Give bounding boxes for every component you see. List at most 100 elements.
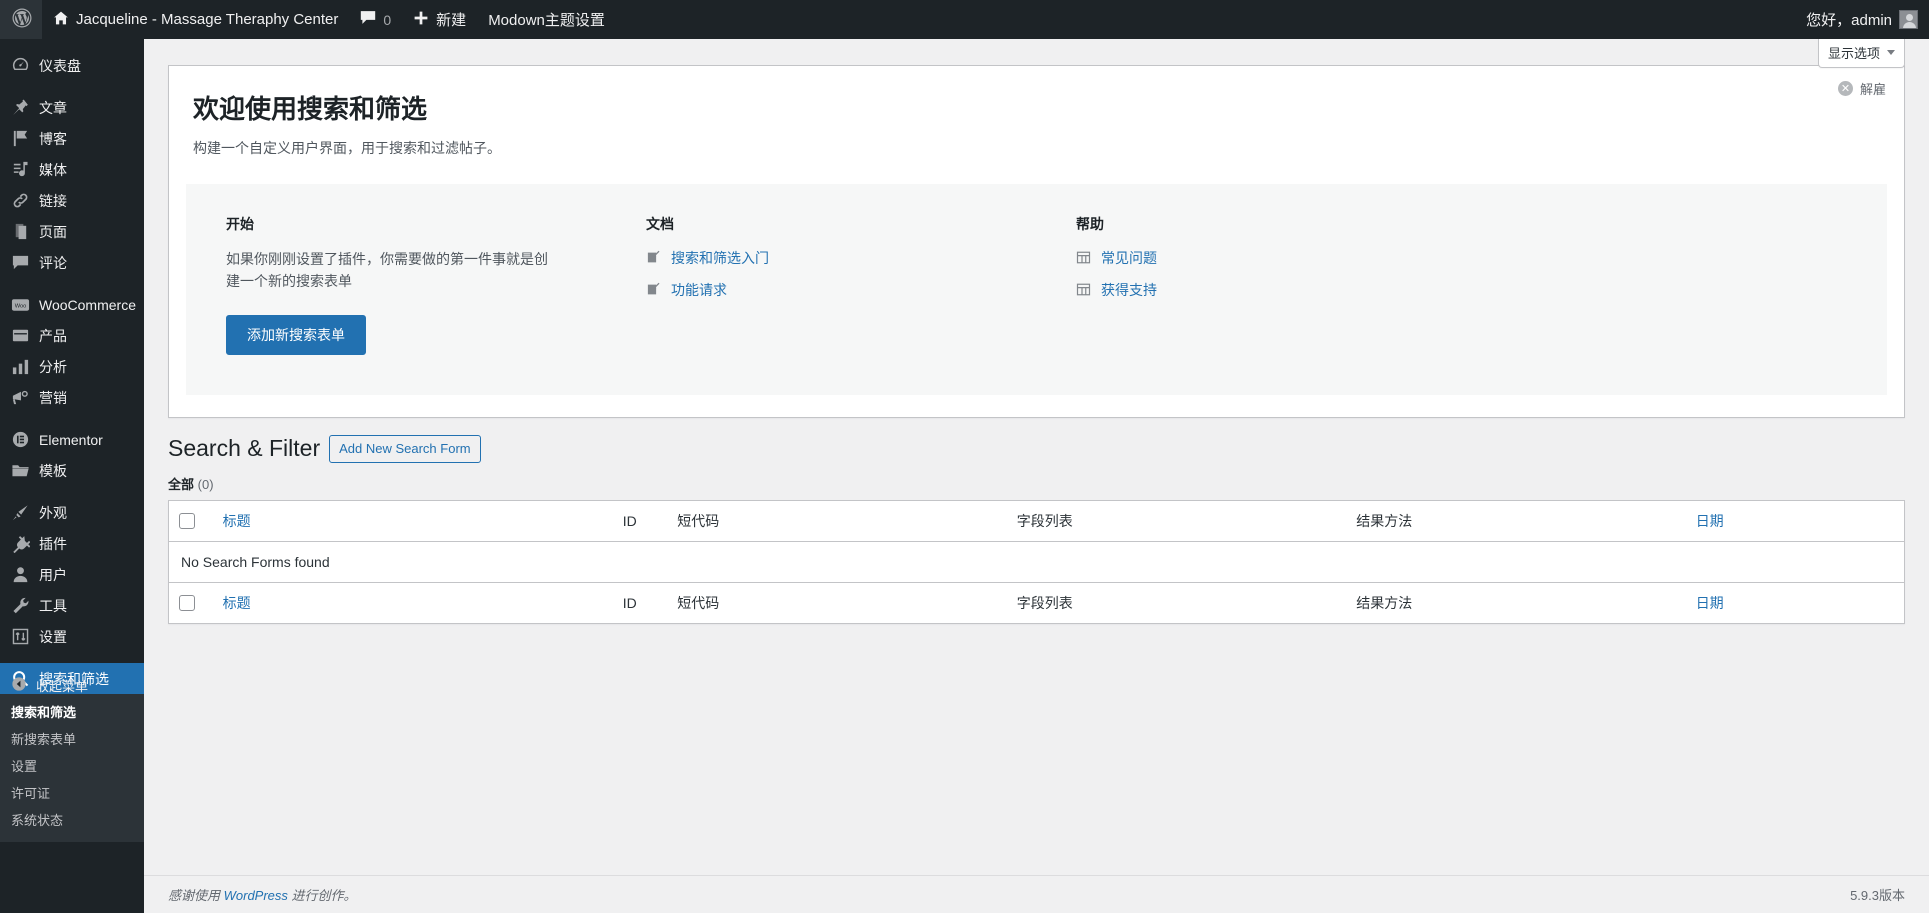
sidebar-item-label: 外观 [39,505,67,520]
search-filter-submenu: 搜索和筛选 新搜索表单 设置 许可证 系统状态 [0,694,144,842]
show-settings-toggle[interactable]: 显示选项 [1818,39,1905,68]
column-header-method: 结果方法 [1346,501,1685,542]
table-foot: 标题 ID 短代码 字段列表 结果方法 日期 [169,582,1904,623]
plus-icon [413,10,429,30]
sidebar-item-media[interactable]: 媒体 [0,154,144,185]
doc-link-feature-request[interactable]: 功能请求 [671,280,727,300]
sort-date-link[interactable]: 日期 [1696,513,1724,529]
filter-all-link[interactable]: 全部 [168,477,194,492]
close-circle-icon: ✕ [1838,81,1853,96]
sidebar-item-pages[interactable]: 页面 [0,216,144,247]
submenu-item-license[interactable]: 许可证 [0,781,144,808]
home-icon [53,10,69,30]
welcome-column-get-started: 开始 如果你刚刚设置了插件，你需要做的第一件事就是创建一个新的搜索表单 添加新搜… [206,214,626,355]
add-new-search-form-primary-button[interactable]: 添加新搜索表单 [226,315,366,355]
documentation-heading: 文档 [646,214,1036,234]
doc-link-getting-started[interactable]: 搜索和筛选入门 [671,248,769,268]
search-forms-table: 标题 ID 短代码 字段列表 结果方法 日期 No Search Forms f… [168,500,1905,624]
sidebar-item-label: 文章 [39,100,67,115]
sidebar-item-label: 链接 [39,193,67,208]
sidebar-item-links[interactable]: 链接 [0,185,144,216]
sidebar-item-posts[interactable]: 文章 [0,92,144,123]
sidebar-item-plugins[interactable]: 插件 [0,528,144,559]
sort-date-link-footer[interactable]: 日期 [1696,595,1724,611]
sidebar-item-marketing[interactable]: 营销 [0,382,144,413]
sidebar-item-label: 仪表盘 [39,58,81,73]
media-icon [10,160,30,180]
sidebar-item-label: 工具 [39,598,67,613]
help-heading: 帮助 [1076,214,1847,234]
screen-meta-links: 显示选项 [1818,39,1905,68]
list-item: 获得支持 [1076,280,1847,300]
sidebar-item-analytics[interactable]: 分析 [0,351,144,382]
column-footer-title: 标题 [213,582,613,623]
theme-settings-menu-item[interactable]: Modown主题设置 [477,0,616,39]
sidebar-item-label: 用户 [39,567,67,582]
new-content-menu-item[interactable]: 新建 [402,0,477,39]
menu-separator-1 [0,81,144,92]
sidebar-item-tools[interactable]: 工具 [0,590,144,621]
collapse-arrow-icon [11,676,27,695]
collapse-menu-label: 收起菜单 [36,676,88,695]
submenu-item-system-status[interactable]: 系统状态 [0,808,144,835]
sidebar-item-blog[interactable]: 博客 [0,123,144,154]
column-footer-fields: 字段列表 [1007,582,1346,623]
welcome-panel-description: 构建一个自定义用户界面，用于搜索和过滤帖子。 [169,138,1904,158]
sidebar-item-label: Elementor [39,432,103,447]
column-header-shortcode: 短代码 [667,501,1006,542]
wrench-icon [10,596,30,616]
submenu-item-search-filter[interactable]: 搜索和筛选 [0,700,144,727]
get-started-heading: 开始 [226,214,606,234]
list-item: 功能请求 [646,280,1036,300]
pin-icon [10,98,30,118]
sidebar-item-dashboard[interactable]: 仪表盘 [0,50,144,81]
page-icon [10,222,30,242]
chevron-down-icon [1887,50,1895,55]
submenu-item-settings[interactable]: 设置 [0,754,144,781]
sidebar-item-label: 媒体 [39,162,67,177]
sidebar-item-appearance[interactable]: 外观 [0,497,144,528]
elementor-icon [10,430,30,450]
help-link-faq[interactable]: 常见问题 [1101,248,1157,268]
table-header-row: 标题 ID 短代码 字段列表 结果方法 日期 [169,501,1904,542]
site-name-menu-item[interactable]: Jacqueline - Massage Theraphy Center [42,0,349,39]
sort-title-link[interactable]: 标题 [223,513,251,529]
menu-spacer-top [0,39,144,50]
submenu-item-new-search-form[interactable]: 新搜索表单 [0,727,144,754]
select-all-header [169,501,213,542]
sidebar-item-label: 模板 [39,463,67,478]
welcome-dismiss-label: 解雇 [1860,79,1886,98]
select-all-checkbox-footer[interactable] [179,595,195,611]
megaphone-icon [10,388,30,408]
menu-separator-2 [0,278,144,289]
sidebar-item-settings[interactable]: 设置 [0,621,144,652]
menu-separator-4 [0,486,144,497]
sidebar-item-label: 产品 [39,328,67,343]
documentation-links: 搜索和筛选入门 功能请求 [646,248,1036,300]
comment-bubble-icon [360,10,376,29]
column-header-date: 日期 [1686,501,1904,542]
sidebar-item-products[interactable]: 产品 [0,320,144,351]
plug-icon [10,534,30,554]
sidebar-item-label: 营销 [39,390,67,405]
sidebar-item-users[interactable]: 用户 [0,559,144,590]
add-new-search-form-button[interactable]: Add New Search Form [329,435,481,464]
collapse-menu-button[interactable]: 收起菜单 [0,670,144,700]
wordpress-link[interactable]: WordPress [224,888,288,903]
welcome-panel-dismiss-button[interactable]: ✕ 解雇 [1838,79,1886,98]
sidebar-item-elementor[interactable]: Elementor [0,424,144,455]
menu-separator-5 [0,652,144,663]
sidebar-item-comments[interactable]: 评论 [0,247,144,278]
select-all-checkbox[interactable] [179,513,195,529]
help-link-support[interactable]: 获得支持 [1101,280,1157,300]
table-grid-icon [1076,250,1092,265]
dashboard-icon [10,56,30,76]
no-items-message: No Search Forms found [169,542,1904,582]
comments-menu-item[interactable]: 0 [349,0,402,39]
menu-separator-3 [0,413,144,424]
sort-title-link-footer[interactable]: 标题 [223,595,251,611]
sidebar-item-woocommerce[interactable]: Woo WooCommerce [0,289,144,320]
my-account-menu-item[interactable]: 您好，admin [1795,0,1929,39]
wp-logo-menu-item[interactable] [0,0,42,39]
sidebar-item-templates[interactable]: 模板 [0,455,144,486]
